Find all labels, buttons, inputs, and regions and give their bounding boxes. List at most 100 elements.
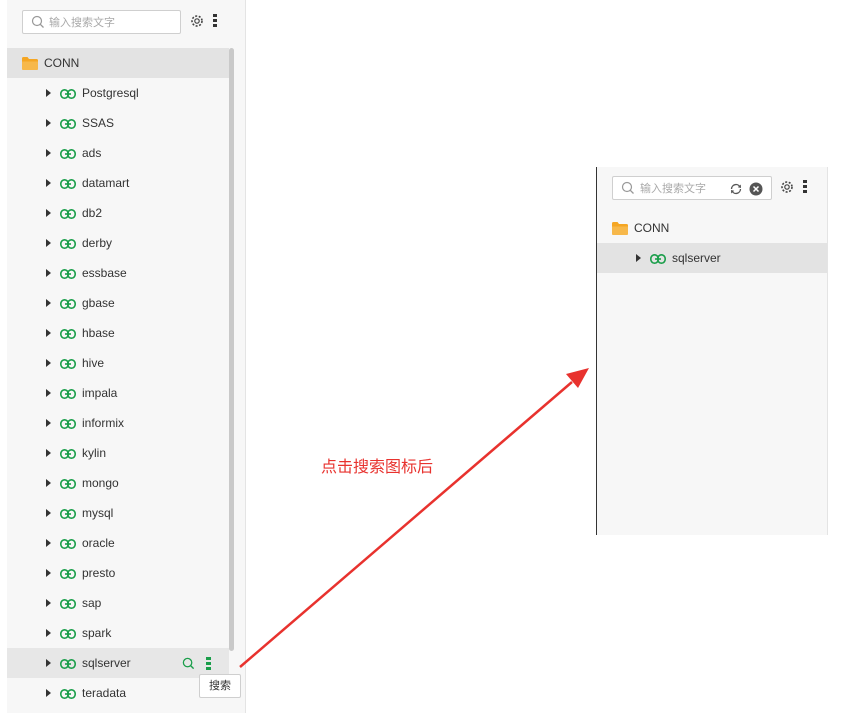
tree-item-hive[interactable]: hive (7, 348, 229, 378)
tree-item-presto[interactable]: presto (7, 558, 229, 588)
tree-item-mongo[interactable]: mongo (7, 468, 229, 498)
link-icon (60, 178, 76, 192)
more-icon[interactable] (206, 657, 211, 672)
tree-item-label: derby (82, 236, 113, 250)
tree-item-label: hbase (82, 326, 115, 340)
tree-root[interactable]: CONN (597, 213, 827, 243)
right-tree-panel: CONN sqlserver (596, 167, 828, 535)
folder-icon (612, 222, 628, 235)
caret-right-icon[interactable] (46, 89, 51, 97)
link-icon (60, 508, 76, 522)
caret-right-icon[interactable] (46, 479, 51, 487)
caret-right-icon[interactable] (46, 659, 51, 667)
caret-right-icon[interactable] (46, 179, 51, 187)
caret-right-icon[interactable] (46, 419, 51, 427)
tree-item-kylin[interactable]: kylin (7, 438, 229, 468)
caret-right-icon[interactable] (46, 599, 51, 607)
caret-right-icon[interactable] (46, 509, 51, 517)
tree-item-label: SSAS (82, 116, 115, 130)
scrollbar[interactable] (229, 48, 234, 651)
tree-item-label: kylin (82, 446, 107, 460)
tree-item[interactable]: sqlserver (597, 243, 827, 273)
tree-item-ads[interactable]: ads (7, 138, 229, 168)
link-icon (60, 448, 76, 462)
link-icon (60, 688, 76, 702)
tree-item-informix[interactable]: informix (7, 408, 229, 438)
tree-root[interactable]: CONN (7, 48, 229, 78)
tree-item-label: mongo (82, 476, 119, 490)
search-icon[interactable] (182, 657, 195, 673)
tree-item-label: sqlserver (672, 251, 721, 265)
caret-right-icon[interactable] (46, 119, 51, 127)
tree-item-postgresql[interactable]: Postgresql (7, 78, 229, 108)
more-icon[interactable] (803, 180, 807, 195)
refresh-icon[interactable] (729, 182, 743, 199)
link-icon (60, 388, 76, 402)
search-box[interactable] (22, 10, 181, 34)
link-icon (60, 478, 76, 492)
tree-item-label: presto (82, 566, 116, 580)
search-icon (621, 181, 635, 198)
tree-item-impala[interactable]: impala (7, 378, 229, 408)
tree-item-label: spark (82, 626, 112, 640)
search-icon (31, 15, 45, 32)
search-tooltip: 搜索 (199, 674, 241, 698)
search-input[interactable] (49, 14, 174, 30)
link-icon (60, 118, 76, 132)
caret-right-icon[interactable] (46, 449, 51, 457)
caret-right-icon[interactable] (46, 149, 51, 157)
tree-item-label: sqlserver (82, 656, 131, 670)
tree-item-ssas[interactable]: SSAS (7, 108, 229, 138)
link-icon (60, 208, 76, 222)
caret-right-icon[interactable] (46, 359, 51, 367)
link-icon (650, 253, 666, 267)
tree-item-label: Postgresql (82, 86, 139, 100)
link-icon (60, 358, 76, 372)
link-icon (60, 658, 76, 672)
caret-right-icon[interactable] (46, 689, 51, 697)
caret-right-icon[interactable] (46, 629, 51, 637)
tree-item-sap[interactable]: sap (7, 588, 229, 618)
tree-item-label: gbase (82, 296, 115, 310)
tree-item-hbase[interactable]: hbase (7, 318, 229, 348)
folder-icon (22, 57, 38, 70)
tree-item-label: ads (82, 146, 102, 160)
tree-item-gbase[interactable]: gbase (7, 288, 229, 318)
caret-right-icon[interactable] (46, 329, 51, 337)
caret-right-icon[interactable] (46, 569, 51, 577)
caret-right-icon[interactable] (46, 209, 51, 217)
clear-icon[interactable] (749, 182, 763, 199)
search-box[interactable] (612, 176, 772, 200)
gear-icon[interactable] (780, 180, 794, 197)
tree-item-label: mysql (82, 506, 114, 520)
tree-item-label: essbase (82, 266, 127, 280)
more-icon[interactable] (213, 14, 217, 29)
link-icon (60, 148, 76, 162)
caret-right-icon[interactable] (46, 539, 51, 547)
link-icon (60, 268, 76, 282)
tree-item-derby[interactable]: derby (7, 228, 229, 258)
tree-item-spark[interactable]: spark (7, 618, 229, 648)
caret-right-icon[interactable] (46, 269, 51, 277)
tree-item-label: sap (82, 596, 102, 610)
link-icon (60, 568, 76, 582)
tree-item-oracle[interactable]: oracle (7, 528, 229, 558)
gear-icon[interactable] (190, 14, 204, 31)
tree-item-essbase[interactable]: essbase (7, 258, 229, 288)
caret-right-icon[interactable] (46, 239, 51, 247)
link-icon (60, 418, 76, 432)
tree-item-db2[interactable]: db2 (7, 198, 229, 228)
annotation-caption: 点击搜索图标后 (321, 457, 434, 476)
link-icon (60, 238, 76, 252)
caret-right-icon[interactable] (46, 389, 51, 397)
tree-item-datamart[interactable]: datamart (7, 168, 229, 198)
tree-item-mysql[interactable]: mysql (7, 498, 229, 528)
caret-right-icon[interactable] (46, 299, 51, 307)
tree-item-teradata[interactable]: teradata (7, 678, 229, 708)
tree-root-label: CONN (634, 221, 670, 235)
tree-item-sqlserver[interactable]: sqlserver (7, 648, 229, 678)
left-tree-panel: CONN Postgresql SSAS ads datamart db2 derby es… (7, 0, 246, 713)
tree-item-label: db2 (82, 206, 103, 220)
search-input[interactable] (640, 180, 722, 196)
caret-right-icon[interactable] (636, 254, 641, 262)
